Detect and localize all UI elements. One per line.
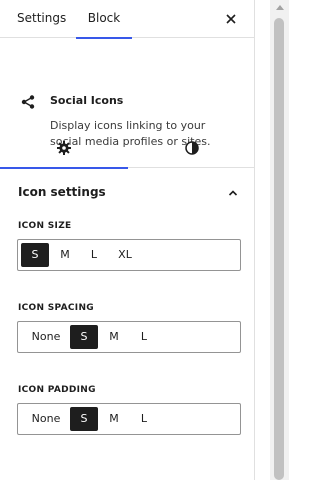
scrollbar-thumb[interactable] bbox=[274, 18, 284, 480]
close-icon bbox=[226, 14, 236, 24]
share-icon bbox=[20, 94, 36, 114]
chevron-up-icon bbox=[227, 184, 239, 203]
block-title: Social Icons bbox=[50, 94, 124, 107]
gear-icon bbox=[57, 141, 71, 155]
icon-padding-option-s[interactable]: S bbox=[70, 407, 98, 431]
icon-padding-option-l[interactable]: L bbox=[130, 407, 158, 431]
icon-spacing-label: ICON SPACING bbox=[18, 303, 94, 313]
icon-spacing-toggle-group: None S M L bbox=[17, 321, 241, 353]
icon-size-option-xl[interactable]: XL bbox=[110, 243, 140, 267]
sidebar-tabs: Settings Block bbox=[0, 0, 254, 39]
icon-spacing-option-m[interactable]: M bbox=[100, 325, 128, 349]
close-button[interactable] bbox=[220, 8, 242, 30]
icon-size-option-l[interactable]: L bbox=[80, 243, 108, 267]
inspector-tabs bbox=[0, 128, 256, 169]
icon-spacing-option-s[interactable]: S bbox=[70, 325, 98, 349]
icon-spacing-option-none[interactable]: None bbox=[27, 325, 65, 349]
scroll-up-arrow-icon[interactable] bbox=[276, 5, 284, 10]
icon-padding-label: ICON PADDING bbox=[18, 385, 96, 395]
icon-padding-toggle-group: None S M L bbox=[17, 403, 241, 435]
tab-settings[interactable]: Settings bbox=[17, 0, 66, 38]
tab-styles[interactable] bbox=[128, 128, 256, 168]
section-title: Icon settings bbox=[18, 185, 106, 199]
icon-spacing-option-l[interactable]: L bbox=[130, 325, 158, 349]
icon-size-toggle-group: S M L XL bbox=[17, 239, 241, 271]
contrast-icon bbox=[185, 141, 199, 155]
tab-block[interactable]: Block bbox=[76, 0, 132, 39]
icon-size-option-m[interactable]: M bbox=[51, 243, 79, 267]
icon-settings-toggle[interactable]: Icon settings bbox=[0, 176, 255, 208]
icon-size-option-s[interactable]: S bbox=[21, 243, 49, 267]
icon-padding-option-m[interactable]: M bbox=[100, 407, 128, 431]
block-settings-panel: Settings Block Social Icons Display icon… bbox=[0, 0, 255, 480]
scrollbar[interactable] bbox=[270, 0, 289, 480]
icon-size-label: ICON SIZE bbox=[18, 221, 72, 231]
icon-padding-option-none[interactable]: None bbox=[27, 407, 65, 431]
tab-settings-gear[interactable] bbox=[0, 128, 128, 169]
